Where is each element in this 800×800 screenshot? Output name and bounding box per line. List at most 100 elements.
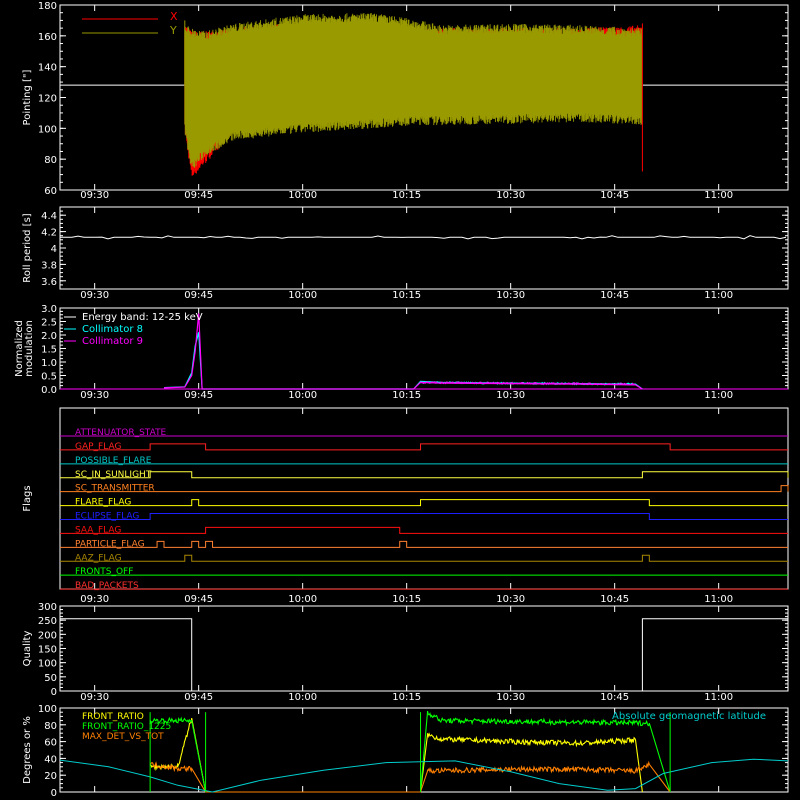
x-tick-label: 11:00 (704, 290, 733, 301)
modulation-collimator-9 (163, 313, 643, 390)
panel-frame (59, 407, 789, 590)
flag-line-saa-flag (60, 526, 788, 534)
panel-5: 09:30 09:45 10:00 10:15 10:30 10:45 11:00 Quali… (22, 602, 789, 703)
modulation-collimator-8 (163, 332, 643, 390)
y-tick-label: 100 (38, 704, 57, 715)
y-axis-label: Quality (22, 631, 33, 667)
y-tick-label: 140 (38, 63, 57, 74)
y-tick-label: 1.5 (41, 345, 57, 356)
x-tick-label: 10:30 (496, 290, 525, 301)
y-tick-label: 3.8 (41, 260, 57, 271)
x-tick-label: 10:00 (288, 390, 317, 401)
y-tick-label: 1.0 (41, 358, 57, 369)
x-tick-label: 09:30 (80, 190, 109, 201)
x-tick-label: 10:00 (288, 190, 317, 201)
x-tick-label: 10:30 (496, 190, 525, 201)
y-axis-label: Roll period [s] (22, 213, 33, 282)
panel-3: 09:30 09:45 10:00 10:15 10:30 10:45 11:00Norma… (14, 304, 789, 401)
legend-label-ratio: MAX_DET_VS_TOT (82, 732, 164, 742)
x-tick-label: 09:45 (184, 390, 213, 401)
ratio-series-2 (149, 710, 671, 793)
y-tick-label: 3.0 (41, 304, 57, 315)
legend-label-y: Y (169, 24, 177, 37)
x-tick-label: 10:45 (600, 692, 629, 703)
x-tick-label: 11:00 (704, 390, 733, 401)
x-tick-label: 10:15 (392, 692, 421, 703)
x-tick-label: 10:00 (288, 594, 317, 605)
flag-line-aaz-flag (60, 554, 788, 562)
legend-title: Energy band: 12-25 keV (82, 312, 203, 323)
x-tick-label: 10:30 (496, 594, 525, 605)
x-tick-label: 09:30 (80, 290, 109, 301)
y-tick-label: 4.2 (41, 228, 57, 239)
y-tick-label: 4.4 (41, 211, 57, 222)
panel-frame (59, 206, 789, 290)
y-tick-label: 60 (44, 738, 57, 749)
x-tick-label: 11:00 (704, 190, 733, 201)
flag-line-particle-flag (60, 540, 788, 548)
flag-line-eclipse-flag (60, 513, 788, 520)
x-tick-label: 10:15 (392, 594, 421, 605)
y-tick-label: 2.0 (41, 331, 57, 342)
y-tick-label: 250 (38, 616, 57, 627)
x-tick-label: 10:15 (392, 190, 421, 201)
quality-line (60, 618, 788, 692)
x-tick-label: 10:15 (392, 390, 421, 401)
y-tick-label: 0 (51, 788, 57, 799)
panel-6: Degrees or % 0 20 40 60 80 100 FRONT_RATIOFRONT… (22, 704, 789, 799)
stacked-time-series-chart: 09:30 09:45 10:00 10:15 10:30 10:45 11:00 Point… (14, 1, 789, 799)
y-tick-label: 160 (38, 32, 57, 43)
x-tick-label: 09:45 (184, 290, 213, 301)
x-tick-label: 09:45 (184, 594, 213, 605)
y-axis-label: Degrees or % (22, 716, 33, 784)
legend-label-geomagnetic: Absolute geomagnetic latitude (612, 711, 766, 722)
legend-label-collimator: Collimator 9 (82, 336, 143, 347)
x-tick-label: 09:30 (80, 390, 109, 401)
flag-line-sc-transmitter (60, 485, 789, 493)
x-tick-label: 10:00 (288, 290, 317, 301)
y-tick-label: 100 (38, 659, 57, 670)
y-axis-label: Flags (22, 485, 33, 511)
y-axis-label: Pointing ["] (22, 69, 33, 125)
flag-line-flare-flag (60, 499, 788, 507)
x-tick-label: 09:30 (80, 692, 109, 703)
flag-line-gap-flag (60, 443, 788, 451)
x-tick-label: 09:45 (184, 692, 213, 703)
x-tick-label: 11:00 (704, 692, 733, 703)
y-tick-label: 2.5 (41, 318, 57, 329)
x-tick-label: 09:45 (184, 190, 213, 201)
flag-line-sc-in-sunlight (60, 471, 789, 479)
ratio-series-1 (149, 717, 643, 793)
x-tick-label: 10:15 (392, 290, 421, 301)
y-tick-label: 200 (38, 630, 57, 641)
y-tick-label: 80 (44, 155, 57, 166)
rhessi-summary-figure: 09:30 09:45 10:00 10:15 10:30 10:45 11:00 Point… (0, 0, 800, 800)
legend-label-collimator: Collimator 8 (82, 324, 143, 335)
legend-label-ratio: FRONT_RATIO_1225 (82, 722, 171, 732)
y-tick-label: 0.5 (41, 372, 57, 383)
x-tick-label: 10:45 (600, 190, 629, 201)
y-tick-label: 120 (38, 94, 57, 105)
panel-1: 09:30 09:45 10:00 10:15 10:30 10:45 11:00 Point… (22, 1, 789, 201)
roll-period-line (59, 235, 787, 240)
y-tick-label: 300 (38, 602, 57, 613)
ratio-series-3 (149, 760, 671, 793)
y-tick-label: 80 (44, 721, 57, 732)
y-tick-label: 20 (44, 771, 57, 782)
y-tick-label: 180 (38, 1, 57, 12)
legend-label-ratio: FRONT_RATIO (82, 712, 144, 722)
panel-2: 09:30 09:45 10:00 10:15 10:30 10:45 11:00 Roll … (22, 206, 789, 301)
panel-4: 09:30 09:45 10:00 10:15 10:30 10:45 11:00 Flags… (22, 407, 789, 605)
x-tick-label: 11:00 (704, 594, 733, 605)
x-tick-label: 10:30 (496, 390, 525, 401)
x-tick-label: 10:00 (288, 692, 317, 703)
y-tick-label: 50 (44, 673, 57, 684)
y-tick-label: 40 (44, 754, 57, 765)
y-tick-label: 100 (38, 124, 57, 135)
x-tick-label: 10:45 (600, 290, 629, 301)
y-tick-label: 4 (51, 244, 57, 255)
series-y-envelope (184, 13, 643, 168)
y-tick-label: 150 (38, 645, 57, 656)
y-tick-label: 60 (44, 186, 57, 197)
x-tick-label: 09:30 (80, 594, 109, 605)
